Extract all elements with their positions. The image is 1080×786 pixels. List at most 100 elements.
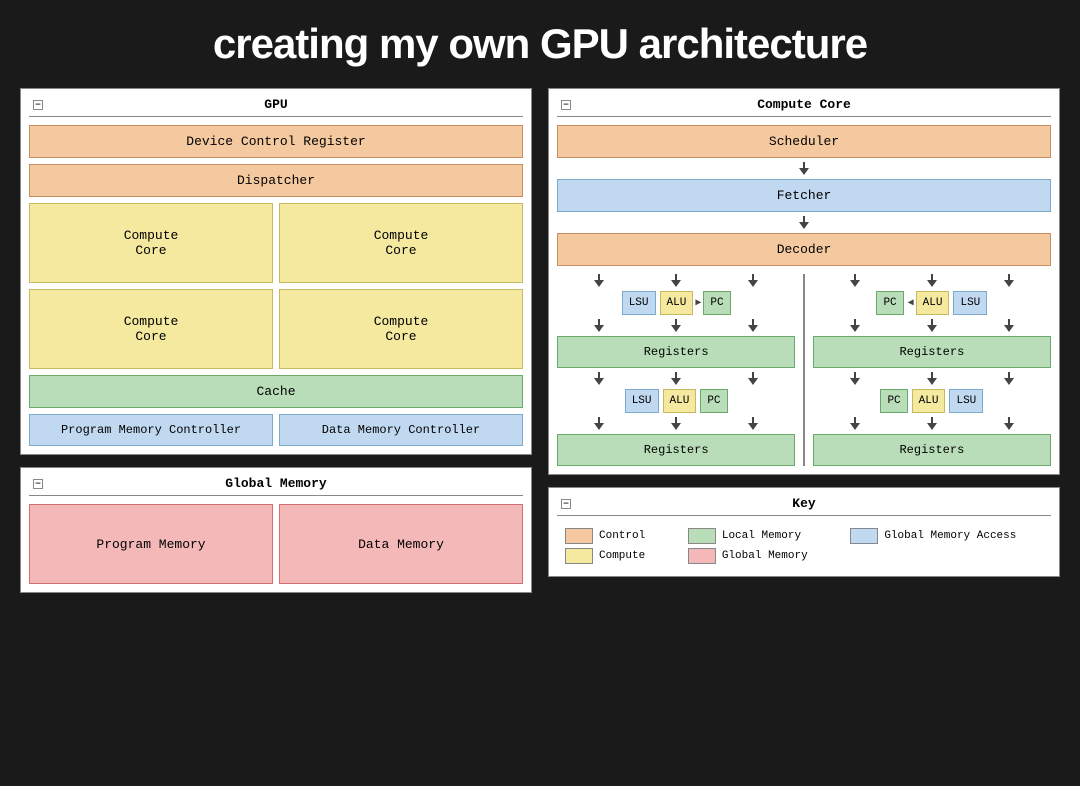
global-memory-grid: Program Memory Data Memory xyxy=(29,504,523,584)
local-memory-label: Local Memory xyxy=(722,530,801,542)
la8 xyxy=(671,417,681,430)
right-alu-row-1: PC ◀ ALU LSU xyxy=(813,291,1051,315)
alu-3: ALU xyxy=(663,389,697,413)
ra9 xyxy=(1004,372,1014,385)
registers-1: Registers xyxy=(557,336,795,368)
alu-pc-group-2: ◀ ALU xyxy=(908,291,950,315)
lsu-1: LSU xyxy=(622,291,656,315)
ah xyxy=(671,378,681,385)
left-reg-arrows-1 xyxy=(557,319,795,332)
ra1 xyxy=(850,274,860,287)
global-memory-title: Global Memory xyxy=(225,476,326,491)
compute-core-2: ComputeCore xyxy=(279,203,523,283)
registers-4: Registers xyxy=(813,434,1051,466)
global-memory-label: Global Memory xyxy=(722,550,808,562)
gpu-title: GPU xyxy=(264,97,287,112)
la9 xyxy=(748,417,758,430)
right-pipeline: PC ◀ ALU LSU xyxy=(813,274,1051,466)
scheduler-arrow xyxy=(799,162,809,175)
ah xyxy=(850,325,860,332)
pc-1: PC xyxy=(703,291,730,315)
ah xyxy=(927,325,937,332)
pipeline-divider xyxy=(803,274,805,466)
ah xyxy=(594,378,604,385)
lsu-4: LSU xyxy=(949,389,983,413)
ra5 xyxy=(927,319,937,332)
left-arrow-2 xyxy=(671,274,681,287)
global-minimize-icon: — xyxy=(33,479,43,489)
right-decoder-arrows xyxy=(813,274,1051,287)
ah xyxy=(594,325,604,332)
left-decoder-arrows xyxy=(557,274,795,287)
right-alu-row-2: PC ALU LSU xyxy=(813,389,1051,413)
key-grid: Control Local Memory Global Memory Acces… xyxy=(557,524,1051,568)
left-reg-arrows-2 xyxy=(557,372,795,385)
right-reg-arrows-2 xyxy=(813,372,1051,385)
fetcher-block: Fetcher xyxy=(557,179,1051,212)
memory-controllers: Program Memory Controller Data Memory Co… xyxy=(29,414,523,446)
ra2 xyxy=(927,274,937,287)
registers-2: Registers xyxy=(813,336,1051,368)
key-global-memory: Global Memory xyxy=(688,548,834,564)
right-reg-arrows-3 xyxy=(813,417,1051,430)
cache-block: Cache xyxy=(29,375,523,408)
device-control-block: Device Control Register xyxy=(29,125,523,158)
ra4 xyxy=(850,319,860,332)
key-control: Control xyxy=(565,528,672,544)
left-pipeline: LSU ALU ▶ PC xyxy=(557,274,795,466)
ah xyxy=(1004,280,1014,287)
key-compute: Compute xyxy=(565,548,672,564)
page-title: creating my own GPU architecture xyxy=(213,20,867,68)
ah xyxy=(748,325,758,332)
arrow-head-2 xyxy=(799,222,809,229)
ah xyxy=(594,423,604,430)
la2 xyxy=(671,319,681,332)
compute-core-3: ComputeCore xyxy=(29,289,273,369)
program-memory-block: Program Memory xyxy=(29,504,273,584)
ah xyxy=(671,423,681,430)
ra12 xyxy=(1004,417,1014,430)
local-memory-swatch xyxy=(688,528,716,544)
ah xyxy=(671,325,681,332)
pc-4: PC xyxy=(880,389,907,413)
key-title: Key xyxy=(792,496,815,511)
decoder-block: Decoder xyxy=(557,233,1051,266)
key-local-memory: Local Memory xyxy=(688,528,834,544)
ah xyxy=(594,280,604,287)
registers-3: Registers xyxy=(557,434,795,466)
gpu-inner: Device Control Register Dispatcher Compu… xyxy=(29,125,523,446)
alu-2: ALU xyxy=(916,291,950,315)
left-arrow-3 xyxy=(748,274,758,287)
right-reg-arrows-1 xyxy=(813,319,1051,332)
fetcher-arrow xyxy=(799,216,809,229)
arrow-head-1 xyxy=(799,168,809,175)
control-label: Control xyxy=(599,530,645,542)
left-alu-row-1: LSU ALU ▶ PC xyxy=(557,291,795,315)
gpu-box: — GPU Device Control Register Dispatcher… xyxy=(20,88,532,455)
cc-inner: Scheduler Fetcher Decode xyxy=(557,125,1051,466)
dispatcher-block: Dispatcher xyxy=(29,164,523,197)
la1 xyxy=(594,319,604,332)
data-mem-ctrl: Data Memory Controller xyxy=(279,414,523,446)
la6 xyxy=(748,372,758,385)
lsu-3: LSU xyxy=(625,389,659,413)
ah xyxy=(850,280,860,287)
compute-label: Compute xyxy=(599,550,645,562)
global-memory-title-bar: — Global Memory xyxy=(29,476,523,496)
la4 xyxy=(594,372,604,385)
ah xyxy=(927,280,937,287)
ah xyxy=(1004,325,1014,332)
alu-1: ALU xyxy=(660,291,694,315)
right-arrow-icon: ▶ xyxy=(695,297,701,309)
gpu-title-bar: — GPU xyxy=(29,97,523,117)
ah xyxy=(927,378,937,385)
left-arrow-icon: ◀ xyxy=(908,297,914,309)
compute-core-1: ComputeCore xyxy=(29,203,273,283)
ra6 xyxy=(1004,319,1014,332)
lsu-2: LSU xyxy=(953,291,987,315)
key-box: — Key Control Local Memory Global Memory… xyxy=(548,487,1060,577)
la5 xyxy=(671,372,681,385)
compute-core-detail-box: — Compute Core Scheduler Fetcher xyxy=(548,88,1060,475)
ah xyxy=(748,423,758,430)
program-mem-ctrl: Program Memory Controller xyxy=(29,414,273,446)
